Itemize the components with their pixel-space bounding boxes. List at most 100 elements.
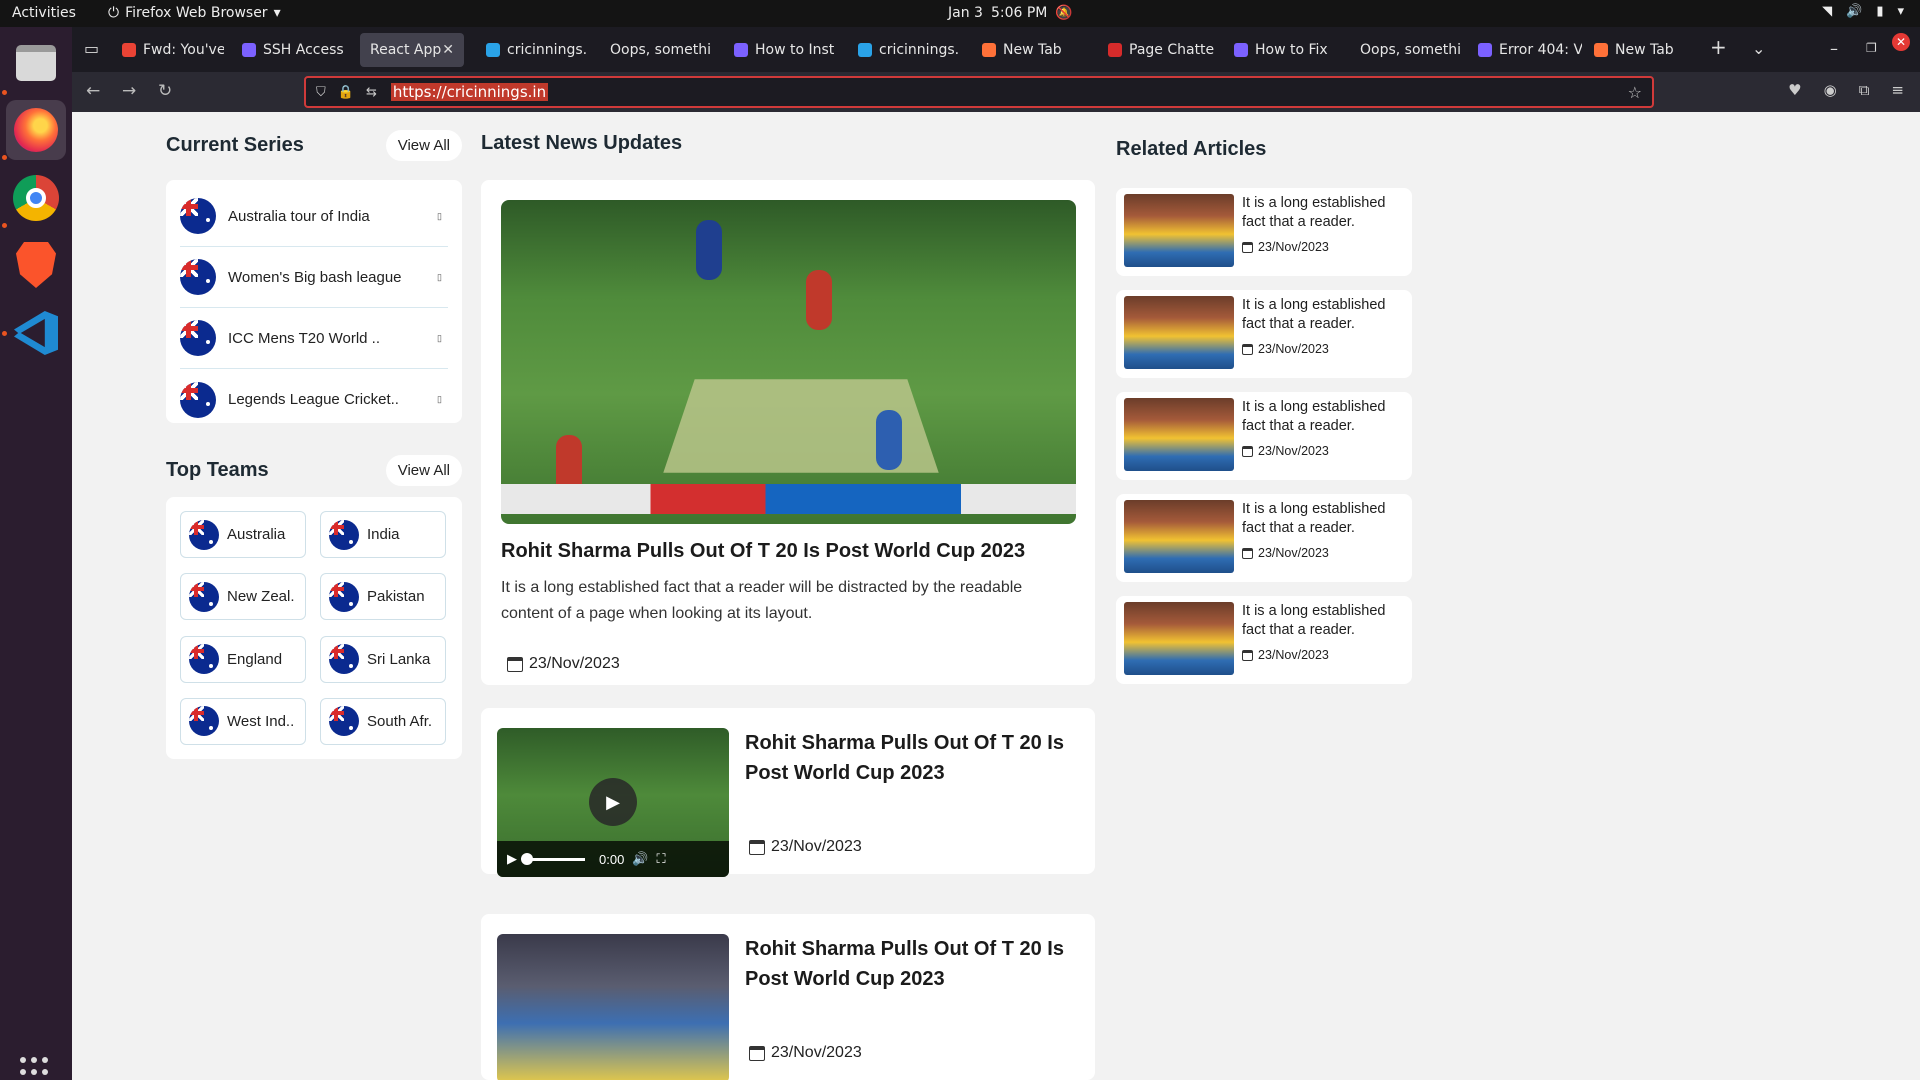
tracking-protection-icon[interactable]: ⛉ (316, 85, 326, 100)
featured-news-headline[interactable]: Rohit Sharma Pulls Out Of T 20 Is Post W… (501, 540, 1075, 563)
list-all-tabs-icon[interactable]: ⌄ (1752, 39, 1765, 58)
news-item[interactable]: ▶ ▶ 0:00 🔊 ⛶ Rohit Sharma Pulls Out Of T… (481, 708, 1095, 877)
files-icon[interactable] (6, 33, 66, 93)
article-title[interactable]: It is a long established fact that a rea… (1242, 500, 1402, 538)
fullscreen-icon[interactable]: ⛶ (657, 851, 666, 867)
url-text[interactable]: https://cricinnings.in (390, 83, 549, 101)
app-menu[interactable]: ⏻ Firefox Web Browser ▾ (108, 5, 281, 21)
news-headline[interactable]: Rohit Sharma Pulls Out Of T 20 Is Post W… (745, 934, 1065, 994)
series-item[interactable]: Legends League Cricket.. ▯ (180, 369, 448, 430)
article-thumbnail[interactable] (1124, 296, 1234, 369)
tab-label: Fwd: You've (143, 42, 224, 58)
pocket-icon[interactable]: ♥ (1788, 81, 1801, 99)
browser-tab[interactable]: How to Fix (1224, 33, 1344, 67)
clock[interactable]: Jan 3 5:06 PM 🔕 (948, 5, 1073, 21)
volume-icon[interactable]: 🔊 (632, 851, 648, 867)
browser-tab[interactable]: cricinnings. (476, 33, 592, 67)
close-tab-icon[interactable]: ✕ (442, 42, 454, 58)
series-item[interactable]: Women's Big bash league ▯ (180, 247, 448, 308)
article-title[interactable]: It is a long established fact that a rea… (1242, 194, 1402, 232)
browser-tab[interactable]: New Tab (972, 33, 1092, 67)
series-item[interactable]: ICC Mens T20 World .. ▯ (180, 308, 448, 369)
new-tab-icon[interactable]: + (1710, 35, 1727, 59)
article-thumbnail[interactable] (1124, 500, 1234, 573)
show-apps-icon[interactable] (20, 1057, 52, 1080)
system-tray[interactable]: ◥ 🔊 ▮ ▾ (1822, 4, 1904, 19)
clock-time: 5:06 PM (990, 5, 1048, 21)
browser-tab[interactable]: React App ✕ (360, 33, 464, 67)
team-chip[interactable]: India (320, 511, 446, 558)
browser-tab[interactable]: Oops, somethi (600, 33, 718, 67)
lock-icon[interactable]: 🔒 (338, 85, 354, 100)
team-chip[interactable]: England (180, 635, 306, 683)
related-article[interactable]: It is a long established fact that a rea… (1116, 494, 1412, 582)
article-title[interactable]: It is a long established fact that a rea… (1242, 602, 1402, 640)
minimize-icon[interactable]: – (1830, 39, 1838, 58)
article-thumbnail[interactable] (1124, 194, 1234, 267)
browser-tab[interactable]: How to Inst (724, 33, 840, 67)
account-icon[interactable]: ◉ (1824, 81, 1837, 99)
article-thumbnail[interactable] (1124, 398, 1234, 471)
related-article[interactable]: It is a long established fact that a rea… (1116, 290, 1412, 378)
url-bar[interactable]: ⛉ 🔒 ⇆ https://cricinnings.in ☆ (304, 76, 1654, 108)
team-chip[interactable]: West Ind.. (180, 697, 306, 745)
team-chip[interactable]: Pakistan (320, 573, 446, 621)
permissions-icon[interactable]: ⇆ (366, 85, 377, 100)
article-title[interactable]: It is a long established fact that a rea… (1242, 398, 1402, 436)
news-image[interactable] (497, 934, 729, 1080)
related-article[interactable]: It is a long established fact that a rea… (1116, 596, 1412, 684)
menu-icon[interactable]: ≡ (1891, 81, 1904, 99)
related-article[interactable]: It is a long established fact that a rea… (1116, 392, 1412, 480)
article-date: 23/Nov/2023 (1242, 342, 1402, 356)
team-chip[interactable]: Sri Lanka (320, 635, 446, 683)
favicon-icon (122, 43, 136, 57)
article-date: 23/Nov/2023 (1242, 648, 1402, 662)
news-item[interactable]: Rohit Sharma Pulls Out Of T 20 Is Post W… (481, 914, 1095, 1080)
forward-icon[interactable]: → (122, 81, 136, 101)
series-view-all-button[interactable]: View All (385, 130, 462, 161)
article-title[interactable]: It is a long established fact that a rea… (1242, 296, 1402, 334)
dock (0, 27, 72, 1080)
browser-tab[interactable]: New Tab (1584, 33, 1694, 67)
team-chip[interactable]: New Zeal. (180, 573, 306, 621)
play-icon[interactable]: ▶ (507, 851, 517, 867)
australia-flag-icon (329, 581, 359, 612)
team-name: Sri Lanka (367, 650, 431, 668)
vscode-icon[interactable] (6, 303, 66, 363)
featured-news-card[interactable]: Rohit Sharma Pulls Out Of T 20 Is Post W… (481, 180, 1095, 685)
chevron-down-icon: ▾ (1897, 4, 1904, 19)
running-indicator (2, 90, 7, 95)
activities-button[interactable]: Activities (12, 5, 76, 21)
news-video[interactable]: ▶ ▶ 0:00 🔊 ⛶ (497, 728, 729, 877)
extensions-icon[interactable]: ⧉ (1859, 81, 1870, 99)
browser-tab[interactable]: Page Chatte (1098, 33, 1218, 67)
date-text: 23/Nov/2023 (529, 655, 620, 672)
article-thumbnail[interactable] (1124, 602, 1234, 675)
news-headline[interactable]: Rohit Sharma Pulls Out Of T 20 Is Post W… (745, 728, 1065, 788)
reload-icon[interactable]: ↻ (158, 81, 172, 101)
browser-tab[interactable]: Error 404: V (1468, 33, 1582, 67)
browser-tab[interactable]: Oops, somethi (1350, 33, 1468, 67)
series-item[interactable]: Australia tour of India ▯ (180, 186, 448, 247)
restore-icon[interactable]: ❐ (1866, 41, 1877, 55)
firefox-icon: ⏻ (108, 5, 120, 21)
chrome-icon[interactable] (6, 168, 66, 228)
browser-tab[interactable]: SSH Access (232, 33, 344, 67)
team-chip[interactable]: Australia (180, 511, 306, 558)
close-window-icon[interactable]: ✕ (1892, 33, 1910, 51)
featured-news-image[interactable] (501, 200, 1076, 524)
browser-tab[interactable]: Fwd: You've (112, 33, 224, 67)
related-article[interactable]: It is a long established fact that a rea… (1116, 188, 1412, 276)
browser-tab[interactable]: cricinnings. (848, 33, 964, 67)
seek-bar[interactable] (521, 852, 585, 865)
bookmark-star-icon[interactable]: ☆ (1628, 83, 1642, 102)
firefox-icon[interactable] (6, 100, 66, 160)
play-icon[interactable]: ▶ (589, 778, 637, 826)
australia-flag-icon (329, 644, 359, 674)
teams-view-all-button[interactable]: View All (385, 455, 462, 486)
video-controls[interactable]: ▶ 0:00 🔊 ⛶ (497, 841, 729, 877)
team-chip[interactable]: South Afr. (320, 697, 446, 745)
tab-overview-icon[interactable]: ▭ (84, 39, 99, 58)
brave-icon[interactable] (6, 235, 66, 295)
back-icon[interactable]: ← (86, 81, 100, 101)
